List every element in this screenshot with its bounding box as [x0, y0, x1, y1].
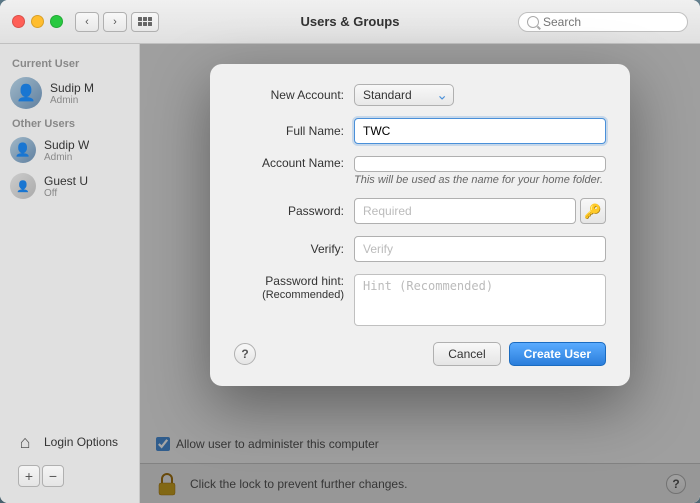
back-button[interactable]: ‹	[75, 12, 99, 32]
new-account-row: New Account: Standard ⌄	[234, 84, 606, 106]
password-input[interactable]	[354, 198, 576, 224]
close-button[interactable]	[12, 15, 25, 28]
maximize-button[interactable]	[50, 15, 63, 28]
search-icon	[527, 16, 539, 28]
account-name-hint: This will be used as the name for your h…	[354, 174, 606, 186]
account-name-label: Account Name:	[234, 156, 354, 170]
user-info: Sudip W Admin	[44, 138, 89, 163]
create-user-modal: New Account: Standard ⌄ Full Name:	[210, 64, 630, 386]
minimize-button[interactable]	[31, 15, 44, 28]
search-bar[interactable]	[518, 12, 688, 32]
sidebar: Current User 👤 Sudip M Admin Other Users…	[0, 44, 140, 503]
list-item[interactable]: 👤 Guest U Off	[0, 168, 139, 204]
key-button[interactable]: 🔑	[580, 198, 606, 224]
hint-row: Password hint: (Recommended)	[234, 274, 606, 326]
account-name-group: This will be used as the name for your h…	[354, 156, 606, 186]
user-role: Off	[44, 188, 88, 199]
current-user-item[interactable]: 👤 Sudip M Admin	[0, 72, 139, 114]
main-window: ‹ › Users & Groups Current User 👤 Sud	[0, 0, 700, 503]
search-input[interactable]	[543, 15, 679, 29]
list-item[interactable]: 👤 Sudip W Admin	[0, 132, 139, 168]
new-account-select-wrapper: Standard ⌄	[354, 84, 454, 106]
modal-footer: ? Cancel Create User	[234, 342, 606, 366]
current-user-name: Sudip M	[50, 81, 94, 95]
house-icon: ⌂	[12, 429, 38, 455]
modal-overlay: New Account: Standard ⌄ Full Name:	[140, 44, 700, 503]
window-title: Users & Groups	[301, 14, 400, 29]
current-user-info: Sudip M Admin	[50, 81, 94, 106]
login-options-item[interactable]: ⌂ Login Options	[10, 425, 129, 459]
password-row: Password: 🔑	[234, 198, 606, 224]
full-name-label: Full Name:	[234, 124, 354, 138]
grid-view-button[interactable]	[131, 12, 159, 32]
password-label: Password:	[234, 204, 354, 218]
window-body: Current User 👤 Sudip M Admin Other Users…	[0, 44, 700, 503]
user-info: Guest U Off	[44, 174, 88, 199]
full-name-row: Full Name:	[234, 118, 606, 144]
sidebar-actions: + −	[10, 459, 129, 495]
hint-label: Password hint:	[234, 274, 354, 288]
user-name: Sudip W	[44, 138, 89, 152]
main-content: New Account: Standard ⌄ Full Name:	[140, 44, 700, 503]
full-name-input[interactable]	[354, 118, 606, 144]
password-input-group: 🔑	[354, 198, 606, 224]
user-name: Guest U	[44, 174, 88, 188]
user-role: Admin	[44, 152, 89, 163]
forward-button[interactable]: ›	[103, 12, 127, 32]
new-account-label: New Account:	[234, 88, 354, 102]
account-name-row: Account Name: This will be used as the n…	[234, 156, 606, 186]
current-user-label: Current User	[0, 54, 139, 72]
verify-label: Verify:	[234, 242, 354, 256]
hint-textarea[interactable]	[354, 274, 606, 326]
nav-buttons: ‹ ›	[75, 12, 127, 32]
grid-icon	[138, 17, 152, 26]
traffic-lights	[12, 15, 63, 28]
help-button[interactable]: ?	[234, 343, 256, 365]
account-name-input[interactable]	[354, 156, 606, 172]
login-options-label: Login Options	[44, 435, 118, 449]
footer-buttons: Cancel Create User	[433, 342, 606, 366]
new-account-select[interactable]: Standard	[354, 84, 454, 106]
hint-sublabel: (Recommended)	[234, 288, 354, 302]
verify-input[interactable]	[354, 236, 606, 262]
other-users-label: Other Users	[0, 114, 139, 132]
avatar: 👤	[10, 77, 42, 109]
create-user-button[interactable]: Create User	[509, 342, 606, 366]
sidebar-bottom: ⌂ Login Options + −	[0, 417, 139, 503]
avatar: 👤	[10, 173, 36, 199]
title-bar: ‹ › Users & Groups	[0, 0, 700, 44]
remove-user-button[interactable]: −	[42, 465, 64, 487]
avatar: 👤	[10, 137, 36, 163]
add-user-button[interactable]: +	[18, 465, 40, 487]
verify-row: Verify:	[234, 236, 606, 262]
cancel-button[interactable]: Cancel	[433, 342, 500, 366]
current-user-role: Admin	[50, 95, 94, 106]
